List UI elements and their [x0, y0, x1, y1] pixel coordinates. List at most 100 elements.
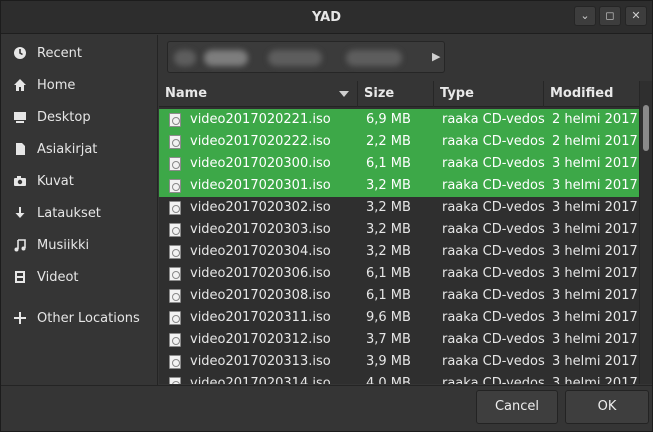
file-type: raaka CD-vedos: [442, 332, 545, 347]
file-size: 2,2 MB: [366, 134, 411, 149]
disc-image-file-icon: [169, 267, 181, 281]
places-sidebar: Recent Home Desktop Asiakirjat Kuvat Lat…: [1, 35, 158, 385]
file-size: 9,6 MB: [366, 310, 411, 325]
menu-chevron-icon[interactable]: ⌄: [574, 6, 596, 26]
column-header-type[interactable]: Type: [434, 81, 544, 107]
path-buttons[interactable]: ▶: [167, 41, 445, 73]
file-row[interactable]: video2017020222.iso 2,2 MB raaka CD-vedos 2…: [159, 131, 639, 153]
file-modified: 3 helmi 2017: [552, 288, 638, 303]
ok-button[interactable]: OK: [565, 390, 649, 424]
file-row[interactable]: video2017020306.iso 6,1 MB raaka CD-vedos 3…: [159, 263, 639, 285]
maximize-icon[interactable]: ◻: [599, 6, 621, 26]
file-size: 6,1 MB: [366, 156, 411, 171]
sidebar-item-recent[interactable]: Recent: [1, 40, 157, 66]
file-size: 4,0 MB: [366, 376, 411, 384]
column-header-label: Size: [364, 86, 395, 101]
file-chooser-dialog: YAD ⌄ ◻ ✕ Recent Home Desktop Asiakirjat…: [0, 0, 653, 432]
file-size: 3,2 MB: [366, 244, 411, 259]
disc-image-file-icon: [169, 113, 181, 127]
file-name: video2017020314.iso: [190, 376, 331, 384]
music-icon: [12, 237, 28, 253]
file-row[interactable]: video2017020300.iso 6,1 MB raaka CD-vedos 3…: [159, 153, 639, 175]
file-row[interactable]: video2017020308.iso 6,1 MB raaka CD-vedos 3…: [159, 285, 639, 307]
file-row[interactable]: video2017020312.iso 3,7 MB raaka CD-vedos 3…: [159, 329, 639, 351]
disc-image-file-icon: [169, 135, 181, 149]
file-size: 6,1 MB: [366, 288, 411, 303]
sidebar-item-desktop[interactable]: Desktop: [1, 104, 157, 130]
file-row[interactable]: video2017020313.iso 3,9 MB raaka CD-vedos 3…: [159, 351, 639, 373]
scrollbar-thumb[interactable]: [643, 105, 649, 151]
file-modified: 3 helmi 2017: [552, 244, 638, 259]
sort-descending-icon: [339, 91, 349, 97]
file-name: video2017020304.iso: [190, 244, 331, 259]
file-row[interactable]: video2017020311.iso 9,6 MB raaka CD-vedos 3…: [159, 307, 639, 329]
disc-image-file-icon: [169, 245, 181, 259]
sidebar-item-kuvat[interactable]: Kuvat: [1, 168, 157, 194]
file-name: video2017020303.iso: [190, 222, 331, 237]
file-row[interactable]: video2017020301.iso 3,2 MB raaka CD-vedos 3…: [159, 175, 639, 197]
sidebar-item-other-locations[interactable]: Other Locations: [1, 305, 157, 331]
file-modified: 3 helmi 2017: [552, 310, 638, 325]
file-modified: 3 helmi 2017: [552, 354, 638, 369]
camera-icon: [12, 173, 28, 189]
file-row[interactable]: video2017020302.iso 3,2 MB raaka CD-vedos 3…: [159, 197, 639, 219]
home-icon: [12, 77, 28, 93]
column-header-label: Name: [165, 86, 208, 101]
file-type: raaka CD-vedos: [442, 156, 545, 171]
chevron-right-icon[interactable]: ▶: [432, 50, 440, 63]
sidebar-item-label: Desktop: [37, 109, 91, 125]
file-name: video2017020302.iso: [190, 200, 331, 215]
file-type: raaka CD-vedos: [442, 310, 545, 325]
disc-image-file-icon: [169, 377, 181, 384]
disc-image-file-icon: [169, 355, 181, 369]
file-size: 3,9 MB: [366, 354, 411, 369]
column-header-modified[interactable]: Modified: [544, 81, 639, 107]
vertical-scrollbar[interactable]: [639, 81, 652, 384]
file-modified: 3 helmi 2017: [552, 376, 638, 384]
sidebar-item-asiakirjat[interactable]: Asiakirjat: [1, 136, 157, 162]
sidebar-item-musiikki[interactable]: Musiikki: [1, 232, 157, 258]
window-title: YAD: [311, 10, 342, 25]
plus-icon: [12, 310, 28, 326]
sidebar-item-label: Recent: [37, 45, 82, 61]
file-size: 6,1 MB: [366, 266, 411, 281]
file-modified: 3 helmi 2017: [552, 266, 638, 281]
file-list[interactable]: Name Size Type Modified video2017020221.…: [159, 81, 639, 384]
dialog-actions: Cancel OK: [1, 385, 652, 431]
file-row[interactable]: video2017020304.iso 3,2 MB raaka CD-vedos 3…: [159, 241, 639, 263]
file-size: 3,2 MB: [366, 178, 411, 193]
file-modified: 3 helmi 2017: [552, 178, 638, 193]
disc-image-file-icon: [169, 179, 181, 193]
file-type: raaka CD-vedos: [442, 266, 545, 281]
sidebar-item-home[interactable]: Home: [1, 72, 157, 98]
file-modified: 2 helmi 2017: [552, 112, 638, 127]
column-header-label: Type: [440, 86, 474, 101]
cancel-button[interactable]: Cancel: [476, 390, 558, 424]
file-row[interactable]: video2017020303.iso 3,2 MB raaka CD-vedos 3…: [159, 219, 639, 241]
sidebar-item-label: Musiikki: [37, 237, 90, 253]
file-type: raaka CD-vedos: [442, 200, 545, 215]
disc-image-file-icon: [169, 201, 181, 215]
file-type: raaka CD-vedos: [442, 376, 545, 384]
close-icon[interactable]: ✕: [625, 6, 647, 26]
file-size: 6,9 MB: [366, 112, 411, 127]
file-name: video2017020313.iso: [190, 354, 331, 369]
column-header-size[interactable]: Size: [358, 81, 434, 107]
sidebar-item-label: Lataukset: [37, 205, 101, 221]
sidebar-item-videot[interactable]: Videot: [1, 264, 157, 290]
column-header-name[interactable]: Name: [159, 81, 358, 107]
file-name: video2017020221.iso: [190, 112, 331, 127]
file-row[interactable]: video2017020314.iso 4,0 MB raaka CD-vedos 3…: [159, 373, 639, 384]
file-name: video2017020312.iso: [190, 332, 331, 347]
title-bar: YAD ⌄ ◻ ✕: [1, 1, 652, 34]
file-row[interactable]: video2017020221.iso 6,9 MB raaka CD-vedos 2…: [159, 109, 639, 131]
file-modified: 3 helmi 2017: [552, 222, 638, 237]
clock-icon: [12, 45, 28, 61]
file-size: 3,2 MB: [366, 200, 411, 215]
sidebar-item-lataukset[interactable]: Lataukset: [1, 200, 157, 226]
blurred-path-segment: [204, 50, 248, 66]
file-type: raaka CD-vedos: [442, 222, 545, 237]
disc-image-file-icon: [169, 333, 181, 347]
path-bar: ▶: [159, 35, 652, 79]
file-list-header: Name Size Type Modified: [159, 81, 639, 107]
